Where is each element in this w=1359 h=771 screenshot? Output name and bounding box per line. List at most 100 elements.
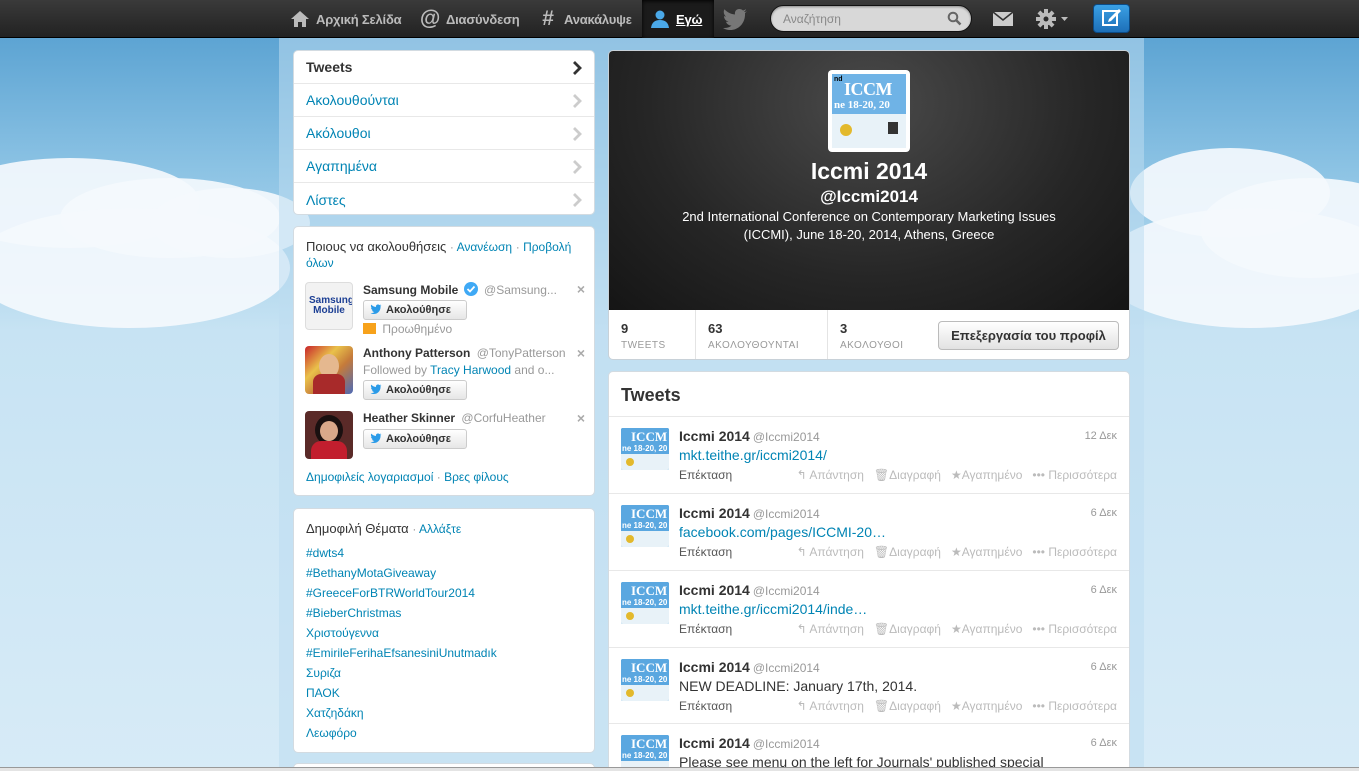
avatar[interactable]: ICCM ne 18-20, 20 [621,505,669,547]
tweet-timestamp[interactable]: 12 Δεκ [1085,430,1117,442]
trend-item[interactable]: #BieberChristmas [306,606,401,620]
avatar[interactable]: ICCM ne 18-20, 20 [621,428,669,470]
tweet-author[interactable]: Iccmi 2014 @Iccmi2014 [679,735,820,751]
tweet[interactable]: ICCM ne 18-20, 20 Iccmi 2014 @Iccmi2014 12… [609,416,1129,493]
tweet-author[interactable]: Iccmi 2014 @Iccmi2014 [679,659,820,675]
nav-me-label: Εγώ [676,11,703,27]
reply-icon: ↰ [796,545,810,559]
expand-link[interactable]: Επέκταση [679,699,732,713]
wtf-name-text: Heather Skinner [363,411,456,425]
avatar[interactable] [305,411,353,459]
tweet[interactable]: ICCM ne 18-20, 20 Iccmi 2014 @Iccmi2014 6 … [609,570,1129,647]
more-action[interactable]: ••• Περισσότερα [1032,699,1117,713]
favorite-action[interactable]: ★Αγαπημένο [951,699,1022,713]
trend-item[interactable]: #EmirileFerihaEfsanesiniUnutmadık [306,646,497,660]
reply-action[interactable]: ↰ Απάντηση [797,699,864,713]
dismiss-icon[interactable]: × [577,345,585,361]
trend-item[interactable]: Λεωφόρο [306,726,357,740]
avatar[interactable]: ICCM ne 18-20, 20 [621,582,669,624]
more-action[interactable]: ••• Περισσότερα [1032,468,1117,482]
who-to-follow-module: Ποιους να ακολουθήσεις · Ανανέωση · Προβ… [293,226,595,496]
timeline-title: Tweets [621,385,681,405]
nav-home[interactable]: Αρχική Σελίδα [290,0,402,38]
wtf-refresh-link[interactable]: Ανανέωση [457,240,513,254]
reply-action[interactable]: ↰ Απάντηση [797,545,864,559]
followed-by-link[interactable]: Tracy Harwood [430,363,511,377]
dismiss-icon[interactable]: × [577,281,585,297]
trend-item[interactable]: Χριστούγεννα [306,626,379,640]
delete-action[interactable]: 🗑Διαγραφή [874,545,941,559]
wtf-user-name[interactable]: Samsung Mobile @Samsung... [363,282,557,299]
nav-connect[interactable]: @ Διασύνδεση [420,0,520,38]
reply-action[interactable]: ↰ Απάντηση [797,622,864,636]
nav-home-label: Αρχική Σελίδα [316,11,402,27]
favorite-action[interactable]: ★Αγαπημένο [951,468,1022,482]
delete-action[interactable]: 🗑Διαγραφή [874,468,941,482]
search-input[interactable]: Αναζήτηση [770,5,972,32]
find-friends-link[interactable]: Βρες φίλους [444,470,509,484]
trend-item[interactable]: ΠΑΟΚ [306,686,340,700]
stat-following[interactable]: 63 ΑΚΟΛΟΥΘΟΥΝΤΑΙ [708,321,799,351]
nav-tweets[interactable]: Tweets [294,51,594,84]
favorite-action[interactable]: ★Αγαπημένο [951,622,1022,636]
expand-link[interactable]: Επέκταση [679,468,732,482]
compose-tweet-button[interactable] [1093,4,1130,33]
tweet[interactable]: ICCM ne 18-20, 20 Iccmi 2014 @Iccmi2014 6 … [609,723,1129,771]
follow-button[interactable]: Ακολούθησε [363,429,467,449]
avatar[interactable]: Samsung Mobile [305,282,353,330]
follow-button[interactable]: Ακολούθησε [363,300,467,320]
tweet-link[interactable]: mkt.teithe.gr/iccmi2014/ [679,447,827,463]
popular-accounts-link[interactable]: Δημοφιλείς λογαριασμοί [306,470,433,484]
avatar[interactable]: ICCM ne 18-20, 20 [621,735,669,771]
tweet-timestamp[interactable]: 6 Δεκ [1091,737,1117,749]
tweet-timestamp[interactable]: 6 Δεκ [1091,584,1117,596]
avatar[interactable]: ICCM ne 18-20, 20 [621,659,669,701]
trend-item[interactable]: #GreeceForBTRWorldTour2014 [306,586,475,600]
trend-item[interactable]: Χατζηδάκη [306,706,364,720]
tweet-author[interactable]: Iccmi 2014 @Iccmi2014 [679,505,820,521]
nav-lists[interactable]: Λίστες [294,183,594,216]
trends-change-link[interactable]: Αλλάξτε [419,522,461,536]
more-action[interactable]: ••• Περισσότερα [1032,622,1117,636]
tweet[interactable]: ICCM ne 18-20, 20 Iccmi 2014 @Iccmi2014 6 … [609,493,1129,570]
expand-link[interactable]: Επέκταση [679,622,732,636]
favorite-action[interactable]: ★Αγαπημένο [951,545,1022,559]
stat-tweets[interactable]: 9 TWEETS [621,321,666,351]
trend-item[interactable]: #BethanyMotaGiveaway [306,566,436,580]
nav-discover[interactable]: # Ανακάλυψε [538,0,632,38]
reply-icon: ↰ [796,699,810,713]
follow-button[interactable]: Ακολούθησε [363,380,467,400]
tweet-link[interactable]: mkt.teithe.gr/iccmi2014/inde… [679,601,867,617]
expand-link[interactable]: Επέκταση [679,545,732,559]
wtf-user-name[interactable]: Heather Skinner @CorfuHeather [363,411,546,425]
nav-favorites[interactable]: Αγαπημένα [294,150,594,183]
reply-action[interactable]: ↰ Απάντηση [797,468,864,482]
more-action[interactable]: ••• Περισσότερα [1032,545,1117,559]
dismiss-icon[interactable]: × [577,410,585,426]
delete-action[interactable]: 🗑Διαγραφή [874,699,941,713]
promoted-icon [363,323,376,334]
tweet-link[interactable]: facebook.com/pages/ICCMI-20… [679,524,886,540]
twitter-bird-icon[interactable] [722,0,748,38]
tweet-timestamp[interactable]: 6 Δεκ [1091,661,1117,673]
tweet-author[interactable]: Iccmi 2014 @Iccmi2014 [679,582,820,598]
tweet[interactable]: ICCM ne 18-20, 20 Iccmi 2014 @Iccmi2014 6 … [609,647,1129,724]
nav-following[interactable]: Ακολουθούνται [294,84,594,117]
avatar[interactable] [305,346,353,394]
envelope-icon[interactable] [992,0,1014,38]
tweet-author[interactable]: Iccmi 2014 @Iccmi2014 [679,428,820,444]
nav-followers[interactable]: Ακόλουθοι [294,117,594,150]
profile-avatar[interactable]: nd ICCM ne 18-20, 20 [828,70,910,152]
search-icon[interactable] [947,11,962,29]
nav-following-label: Ακολουθούνται [306,92,399,108]
trend-item[interactable]: Συριζα [306,666,341,680]
delete-action[interactable]: 🗑Διαγραφή [874,622,941,636]
nav-me[interactable]: Εγώ [642,0,714,38]
wtf-user-name[interactable]: Anthony Patterson @TonyPatterson [363,346,566,360]
edit-profile-button[interactable]: Επεξεργασία του προφίλ [938,321,1119,350]
stat-followers[interactable]: 3 ΑΚΟΛΟΥΘΟΙ [840,321,904,351]
more-icon: ••• [1032,622,1049,636]
trend-item[interactable]: #dwts4 [306,546,344,560]
gear-icon[interactable] [1035,0,1069,38]
tweet-timestamp[interactable]: 6 Δεκ [1091,507,1117,519]
